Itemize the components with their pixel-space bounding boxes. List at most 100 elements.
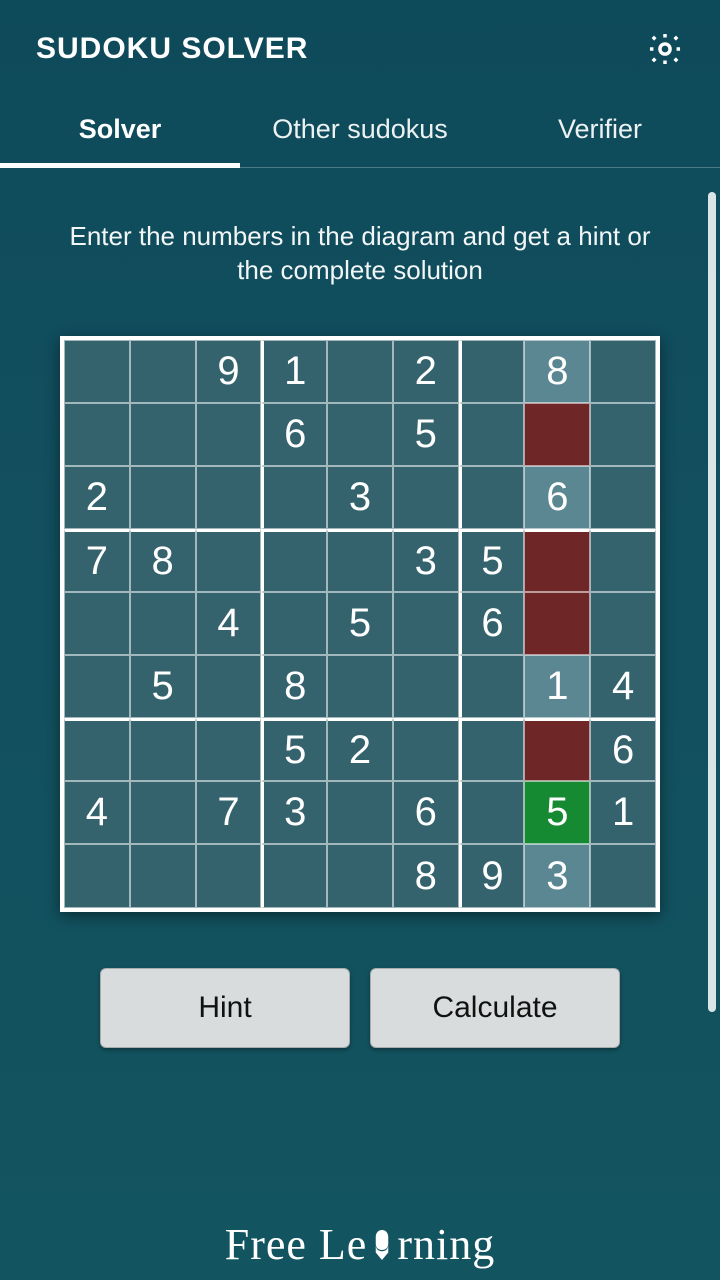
sudoku-cell[interactable] (196, 529, 262, 592)
sudoku-cell[interactable] (459, 781, 525, 844)
sudoku-cell[interactable] (590, 466, 656, 529)
button-label: Hint (198, 991, 251, 1024)
sudoku-cell[interactable]: 3 (327, 466, 393, 529)
scroll-indicator (708, 192, 716, 1012)
sudoku-cell[interactable] (130, 403, 196, 466)
action-buttons: Hint Calculate (0, 912, 720, 1048)
tab-bar: Solver Other sudokus Verifier (0, 88, 720, 168)
sudoku-cell[interactable]: 8 (524, 340, 590, 403)
sudoku-cell[interactable]: 9 (459, 844, 525, 907)
sudoku-cell[interactable]: 9 (196, 340, 262, 403)
sudoku-cell[interactable] (459, 403, 525, 466)
tab-verifier[interactable]: Verifier (480, 114, 720, 167)
sudoku-cell[interactable]: 2 (327, 718, 393, 781)
sudoku-cell[interactable] (261, 592, 327, 655)
sudoku-cell[interactable] (590, 529, 656, 592)
tab-other-sudokus[interactable]: Other sudokus (240, 114, 480, 167)
sudoku-cell[interactable]: 4 (590, 655, 656, 718)
sudoku-cell[interactable] (64, 844, 130, 907)
sudoku-cell[interactable] (459, 340, 525, 403)
sudoku-cell[interactable] (393, 592, 459, 655)
sudoku-cell[interactable] (130, 466, 196, 529)
sudoku-cell[interactable] (130, 718, 196, 781)
sudoku-cell[interactable] (196, 655, 262, 718)
sudoku-cell[interactable]: 5 (459, 529, 525, 592)
sudoku-cell[interactable] (130, 844, 196, 907)
sudoku-cell[interactable] (64, 403, 130, 466)
hint-button[interactable]: Hint (100, 968, 350, 1048)
sudoku-cell[interactable]: 7 (196, 781, 262, 844)
sudoku-cell[interactable] (393, 466, 459, 529)
sudoku-cell[interactable] (196, 466, 262, 529)
sudoku-cell[interactable]: 2 (393, 340, 459, 403)
sudoku-cell[interactable] (130, 340, 196, 403)
sudoku-cell[interactable] (459, 718, 525, 781)
sudoku-cell[interactable]: 7 (64, 529, 130, 592)
brand-text-right: rning (397, 1220, 495, 1269)
sudoku-cell[interactable] (393, 655, 459, 718)
sudoku-cell[interactable] (327, 340, 393, 403)
sudoku-cell[interactable]: 5 (393, 403, 459, 466)
sudoku-cell[interactable]: 4 (196, 592, 262, 655)
sudoku-cell[interactable] (261, 844, 327, 907)
sudoku-cell[interactable] (524, 718, 590, 781)
sudoku-cell[interactable] (459, 466, 525, 529)
sudoku-cell[interactable]: 3 (524, 844, 590, 907)
sudoku-cell[interactable] (590, 403, 656, 466)
sudoku-cell[interactable] (196, 718, 262, 781)
sudoku-cell[interactable]: 1 (261, 340, 327, 403)
sudoku-cell[interactable]: 4 (64, 781, 130, 844)
settings-button[interactable] (644, 28, 686, 70)
app-title: SUDOKU SOLVER (36, 32, 308, 66)
sudoku-cell[interactable] (64, 340, 130, 403)
sudoku-cell[interactable]: 1 (524, 655, 590, 718)
sudoku-cell[interactable]: 6 (393, 781, 459, 844)
sudoku-cell[interactable] (327, 529, 393, 592)
sudoku-cell[interactable] (590, 340, 656, 403)
sudoku-cell[interactable] (524, 592, 590, 655)
sudoku-cell[interactable] (524, 403, 590, 466)
sudoku-cell[interactable] (393, 718, 459, 781)
sudoku-cell[interactable] (196, 403, 262, 466)
sudoku-cell[interactable]: 6 (590, 718, 656, 781)
sudoku-cell[interactable] (261, 529, 327, 592)
sudoku-cell[interactable] (64, 592, 130, 655)
sudoku-cell[interactable] (130, 592, 196, 655)
sudoku-cell[interactable] (459, 655, 525, 718)
sudoku-cell[interactable]: 6 (261, 403, 327, 466)
tab-solver[interactable]: Solver (0, 114, 240, 167)
sudoku-cell[interactable] (130, 781, 196, 844)
sudoku-cell[interactable]: 8 (393, 844, 459, 907)
sudoku-cell[interactable]: 3 (393, 529, 459, 592)
sudoku-board: 91286523678354565814526473651893 (60, 336, 660, 912)
sudoku-cell[interactable] (327, 844, 393, 907)
brand-text-left: Free Le (225, 1220, 368, 1269)
tab-label: Other sudokus (272, 114, 448, 144)
sudoku-cell[interactable]: 5 (524, 781, 590, 844)
sudoku-cell[interactable]: 5 (261, 718, 327, 781)
sudoku-cell[interactable] (261, 466, 327, 529)
sudoku-cell[interactable]: 1 (590, 781, 656, 844)
sudoku-cell[interactable] (327, 655, 393, 718)
sudoku-cell[interactable] (590, 592, 656, 655)
sudoku-cell[interactable]: 5 (327, 592, 393, 655)
spartan-icon (367, 1227, 397, 1263)
tab-label: Solver (79, 114, 162, 144)
board-container: 91286523678354565814526473651893 (0, 318, 720, 912)
sudoku-cell[interactable] (590, 844, 656, 907)
sudoku-cell[interactable]: 5 (130, 655, 196, 718)
sudoku-cell[interactable] (327, 781, 393, 844)
calculate-button[interactable]: Calculate (370, 968, 620, 1048)
sudoku-cell[interactable]: 8 (130, 529, 196, 592)
sudoku-cell[interactable]: 3 (261, 781, 327, 844)
sudoku-cell[interactable] (327, 403, 393, 466)
sudoku-cell[interactable] (64, 718, 130, 781)
footer-brand: Free Le rning (0, 1219, 720, 1270)
sudoku-cell[interactable] (64, 655, 130, 718)
sudoku-cell[interactable]: 6 (459, 592, 525, 655)
sudoku-cell[interactable]: 6 (524, 466, 590, 529)
sudoku-cell[interactable]: 2 (64, 466, 130, 529)
sudoku-cell[interactable] (524, 529, 590, 592)
sudoku-cell[interactable] (196, 844, 262, 907)
sudoku-cell[interactable]: 8 (261, 655, 327, 718)
